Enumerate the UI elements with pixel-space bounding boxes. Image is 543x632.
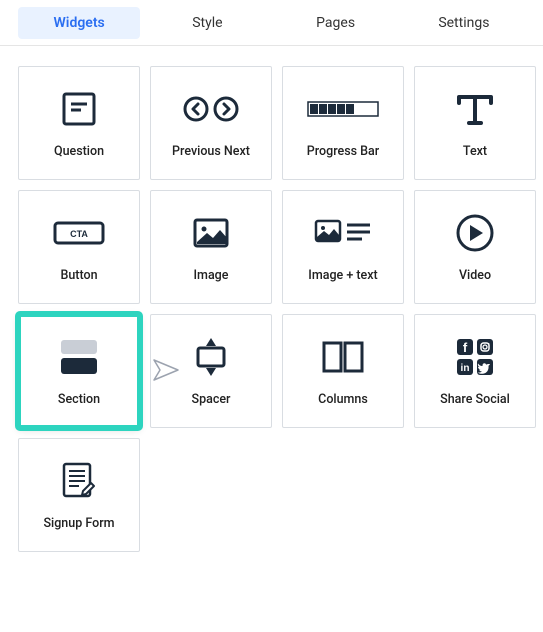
- text-icon: [455, 88, 495, 130]
- widgets-grid: Question Previous Next Progress Bar: [0, 46, 543, 572]
- tab-settings[interactable]: Settings: [403, 7, 525, 39]
- widget-label: Text: [463, 144, 487, 159]
- progress-bar-icon: [307, 88, 379, 130]
- signup-form-icon: [59, 460, 99, 502]
- widget-share-social[interactable]: f in Share Social: [414, 314, 536, 428]
- button-icon: CTA: [53, 212, 105, 254]
- svg-text:CTA: CTA: [70, 229, 88, 239]
- widget-image-text[interactable]: Image + text: [282, 190, 404, 304]
- widget-label: Video: [459, 268, 491, 283]
- widget-label: Progress Bar: [307, 144, 379, 159]
- widget-label: Button: [60, 268, 97, 283]
- widget-button[interactable]: CTA Button: [18, 190, 140, 304]
- widget-label: Previous Next: [172, 144, 250, 159]
- share-social-icon: f in: [453, 336, 497, 378]
- previous-next-icon: [182, 88, 240, 130]
- widget-label: Image: [194, 268, 229, 283]
- video-icon: [455, 212, 495, 254]
- widget-image[interactable]: Image: [150, 190, 272, 304]
- tab-style[interactable]: Style: [146, 7, 268, 39]
- question-icon: [60, 88, 98, 130]
- widget-columns[interactable]: Columns: [282, 314, 404, 428]
- widget-label: Spacer: [192, 392, 231, 407]
- widget-label: Image + text: [308, 268, 377, 283]
- spacer-icon: [194, 336, 228, 378]
- widget-label: Columns: [318, 392, 368, 407]
- widget-label: Question: [54, 144, 104, 159]
- widget-video[interactable]: Video: [414, 190, 536, 304]
- widget-spacer[interactable]: Spacer: [150, 314, 272, 428]
- widget-label: Signup Form: [43, 516, 114, 531]
- svg-text:f: f: [463, 340, 468, 355]
- widget-label: Share Social: [440, 392, 510, 407]
- tabs: Widgets Style Pages Settings: [0, 0, 543, 46]
- widget-section[interactable]: Section: [18, 314, 140, 428]
- widget-text[interactable]: Text: [414, 66, 536, 180]
- image-text-icon: [314, 212, 372, 254]
- svg-text:in: in: [461, 363, 470, 374]
- widget-previous-next[interactable]: Previous Next: [150, 66, 272, 180]
- tab-widgets[interactable]: Widgets: [18, 7, 140, 39]
- widget-signup-form[interactable]: Signup Form: [18, 438, 140, 552]
- tab-pages[interactable]: Pages: [275, 7, 397, 39]
- widget-progress-bar[interactable]: Progress Bar: [282, 66, 404, 180]
- columns-icon: [322, 336, 364, 378]
- section-icon: [59, 336, 99, 378]
- image-icon: [193, 212, 229, 254]
- widget-label: Section: [58, 392, 100, 407]
- widget-question[interactable]: Question: [18, 66, 140, 180]
